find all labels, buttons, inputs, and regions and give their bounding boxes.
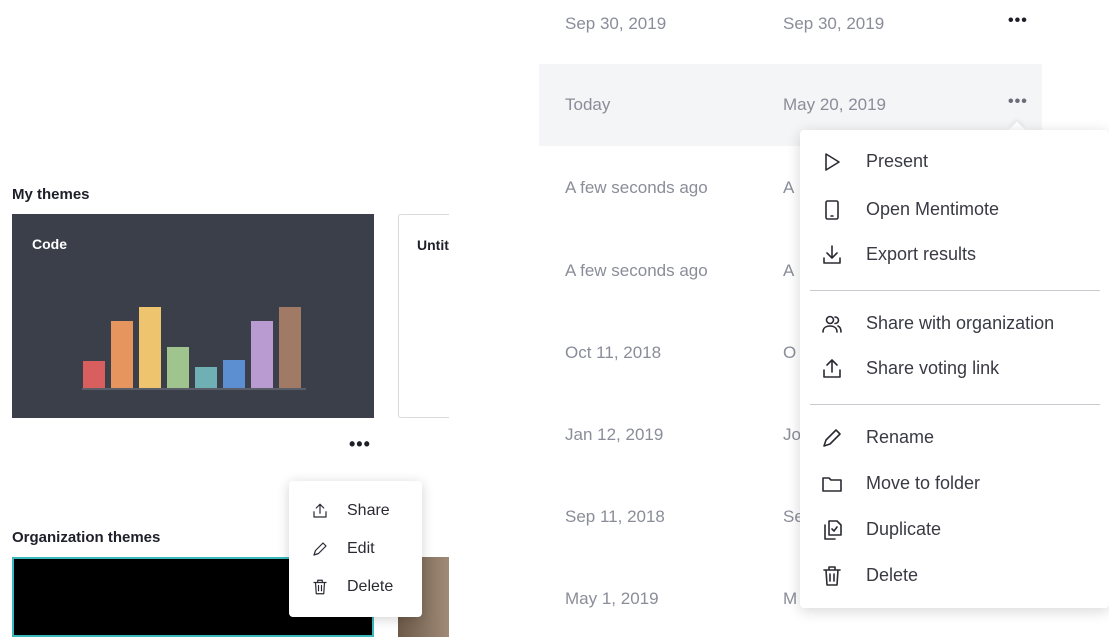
modified-cell: A few seconds ago: [565, 261, 708, 280]
menu-item-delete[interactable]: Delete: [800, 555, 1109, 597]
organization-themes-heading: Organization themes: [12, 529, 161, 546]
created-cell: A: [783, 261, 795, 280]
menu-item-label: Rename: [866, 427, 935, 447]
theme-preview-bar: [251, 321, 273, 388]
menu-item-label: Move to folder: [866, 473, 981, 493]
users-icon: [820, 312, 844, 336]
menu-item-open-mentimote[interactable]: Open Mentimote: [800, 189, 1109, 231]
menu-divider: [810, 290, 1100, 291]
menu-item-duplicate[interactable]: Duplicate: [800, 509, 1109, 551]
download-icon: [820, 243, 844, 267]
menu-item-label: Delete: [866, 565, 919, 585]
menu-divider: [810, 404, 1100, 405]
theme-context-menu: Share Edit Delete: [289, 481, 422, 617]
menu-item-label: Share with organization: [866, 313, 1055, 333]
theme-preview-bar: [167, 347, 189, 388]
menu-item-share-voting-link[interactable]: Share voting link: [800, 348, 1109, 390]
menu-item-share[interactable]: Share: [289, 493, 422, 529]
theme-preview-bar: [83, 361, 105, 388]
created-cell: Jo: [783, 425, 801, 444]
presentation-context-menu: Present Open Mentimote Export results Sh…: [800, 130, 1109, 608]
created-cell: A: [783, 178, 795, 197]
menu-item-label: Present: [866, 151, 929, 171]
menu-item-label: Edit: [347, 540, 375, 557]
share-icon: [820, 357, 844, 381]
menu-item-label: Open Mentimote: [866, 199, 1000, 219]
theme-preview-bar: [139, 307, 161, 388]
trash-icon: [311, 578, 329, 596]
theme-preview-bar: [223, 360, 245, 388]
menu-item-present[interactable]: Present: [800, 141, 1109, 183]
created-cell: O: [783, 343, 797, 362]
folder-icon: [820, 472, 844, 496]
created-cell: Sep 30, 2019: [783, 14, 885, 33]
row-more-button[interactable]: •••: [1008, 93, 1028, 111]
share-icon: [311, 502, 329, 520]
panel-gutter: [449, 0, 539, 629]
menu-item-label: Share voting link: [866, 358, 1000, 378]
theme-more-button[interactable]: •••: [349, 434, 371, 455]
modified-cell: A few seconds ago: [565, 178, 708, 197]
theme-preview-bar: [195, 367, 217, 388]
menu-item-delete[interactable]: Delete: [289, 569, 422, 605]
play-icon: [820, 150, 844, 174]
menu-item-label: Export results: [866, 244, 977, 264]
theme-card-code[interactable]: Code: [12, 214, 374, 418]
created-cell: May 20, 2019: [783, 95, 887, 114]
row-more-button[interactable]: •••: [1008, 12, 1028, 30]
menu-item-export-results[interactable]: Export results: [800, 234, 1109, 276]
duplicate-icon: [820, 518, 844, 542]
pencil-icon: [311, 540, 329, 558]
modified-cell: Sep 11, 2018: [565, 507, 665, 526]
theme-bar-preview: [82, 307, 306, 390]
menu-item-share-with-organization[interactable]: Share with organization: [800, 303, 1109, 345]
mobile-icon: [820, 198, 844, 222]
menu-item-label: Delete: [347, 578, 394, 595]
created-cell: M: [783, 589, 798, 608]
my-themes-heading: My themes: [12, 186, 90, 203]
modified-cell: Oct 11, 2018: [565, 343, 662, 362]
theme-preview-bar: [111, 321, 133, 388]
menu-item-label: Share: [347, 502, 390, 519]
menu-item-move-to-folder[interactable]: Move to folder: [800, 463, 1109, 505]
menu-item-edit[interactable]: Edit: [289, 531, 422, 567]
trash-icon: [820, 564, 844, 588]
theme-preview-bar: [279, 307, 301, 388]
pencil-icon: [820, 426, 844, 450]
modified-cell: May 1, 2019: [565, 589, 659, 608]
modified-cell: Today: [565, 95, 611, 114]
modified-cell: Sep 30, 2019: [565, 14, 667, 33]
menu-item-rename[interactable]: Rename: [800, 417, 1109, 459]
menu-item-label: Duplicate: [866, 519, 942, 539]
modified-cell: Jan 12, 2019: [565, 425, 664, 444]
